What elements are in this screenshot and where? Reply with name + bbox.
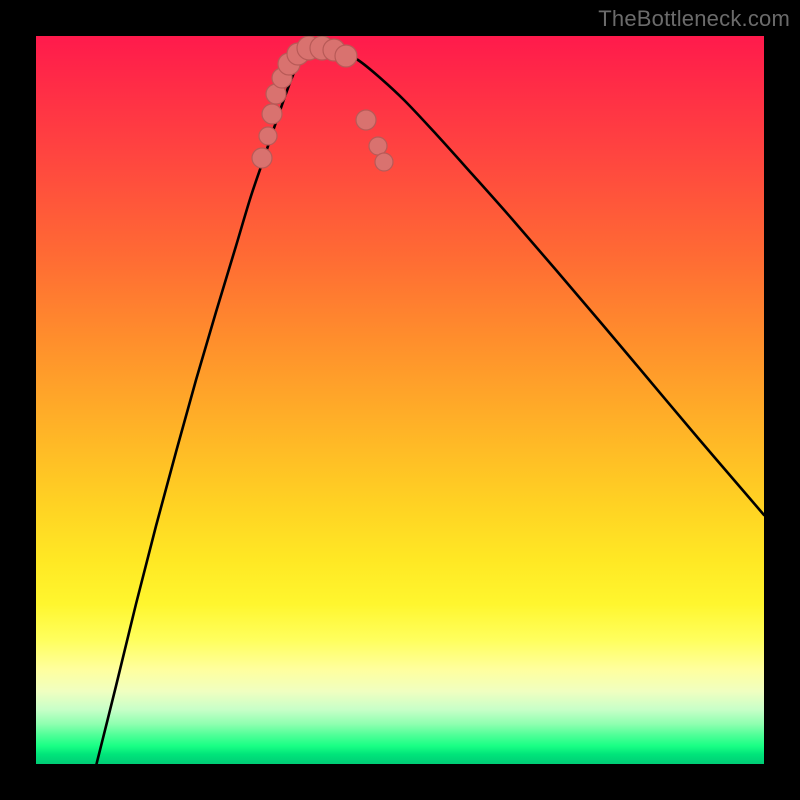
plot-area [36, 36, 764, 764]
watermark-text: TheBottleneck.com [598, 6, 790, 32]
background-gradient [36, 36, 764, 764]
chart-frame: TheBottleneck.com [0, 0, 800, 800]
